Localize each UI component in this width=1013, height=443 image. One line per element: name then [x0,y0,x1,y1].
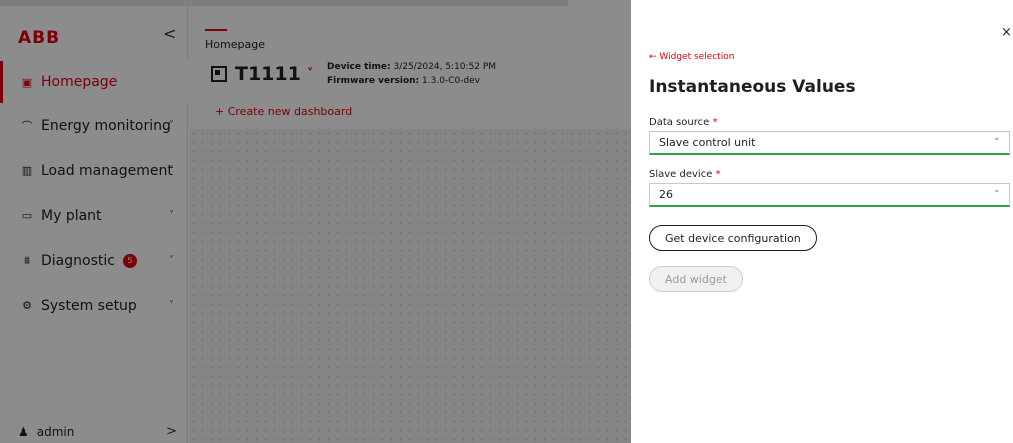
slave-device-select[interactable]: 26 ˅ [649,183,1010,207]
app: ABB < ▣ Homepage ⌒ Energy monitoring ˅ ▥… [0,0,1013,443]
add-widget-button[interactable]: Add widget [649,266,743,292]
required-marker: * [712,117,718,128]
widget-config-panel: × ← Widget selection Instantaneous Value… [631,0,1013,443]
select-value: Slave control unit [659,136,756,149]
data-source-select[interactable]: Slave control unit ˅ [649,131,1010,155]
data-source-label: Data source * [649,117,717,128]
required-marker: * [715,169,721,180]
field-label-text: Slave device [649,169,713,180]
chevron-down-icon: ˅ [994,189,1000,200]
panel-title: Instantaneous Values [649,77,856,97]
get-device-configuration-button[interactable]: Get device configuration [649,225,817,251]
chevron-down-icon: ˅ [994,137,1000,148]
modal-overlay[interactable] [0,0,631,443]
field-label-text: Data source [649,117,710,128]
select-value: 26 [659,188,673,201]
slave-device-label: Slave device * [649,169,721,180]
close-icon[interactable]: × [1001,25,1012,40]
widget-selection-back-link[interactable]: ← Widget selection [649,52,734,62]
